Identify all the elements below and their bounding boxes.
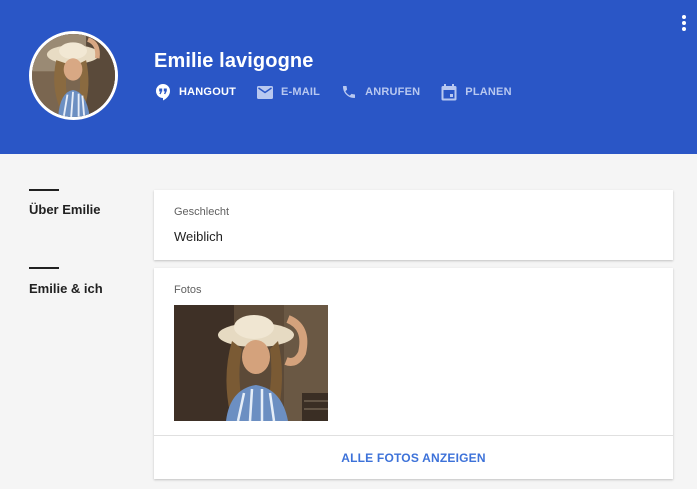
- hangout-label: HANGOUT: [179, 86, 237, 98]
- photos-card: Fotos ALLE FOTOS ANZEIGEN: [154, 268, 673, 479]
- section-divider: [29, 267, 59, 269]
- show-all-photos-link[interactable]: ALLE FOTOS ANZEIGEN: [154, 436, 673, 479]
- photos-field-label: Fotos: [174, 284, 202, 296]
- more-dot: [682, 27, 686, 31]
- gender-field-label: Geschlecht: [174, 206, 230, 218]
- email-icon: [256, 83, 274, 101]
- profile-name: Emilie lavigogne: [154, 50, 314, 72]
- more-dot: [682, 21, 686, 25]
- call-label: ANRUFEN: [365, 86, 421, 98]
- hangout-icon: [154, 83, 172, 101]
- gender-field-value: Weiblich: [174, 229, 223, 244]
- gender-card: Geschlecht Weiblich: [154, 190, 673, 260]
- calendar-icon: [440, 83, 458, 101]
- hangout-button[interactable]: HANGOUT: [154, 83, 236, 101]
- phone-icon: [340, 83, 358, 101]
- section-divider: [29, 189, 59, 191]
- profile-header: Emilie lavigogne HANGOUT E-MAIL ANRUFEN …: [0, 0, 697, 154]
- photo-image: [174, 305, 328, 421]
- section-about-label: Über Emilie: [29, 202, 101, 217]
- avatar[interactable]: [29, 31, 118, 120]
- photo-thumbnail[interactable]: [174, 305, 328, 421]
- call-button[interactable]: ANRUFEN: [340, 83, 420, 101]
- more-dot: [682, 15, 686, 19]
- schedule-button[interactable]: PLANEN: [440, 83, 512, 101]
- email-button[interactable]: E-MAIL: [256, 83, 320, 101]
- avatar-image: [32, 34, 115, 117]
- email-label: E-MAIL: [281, 86, 321, 98]
- more-options-icon[interactable]: [676, 12, 692, 34]
- section-relation-label: Emilie & ich: [29, 281, 103, 296]
- contact-actions: HANGOUT E-MAIL ANRUFEN PLANEN: [154, 83, 532, 101]
- schedule-label: PLANEN: [465, 86, 512, 98]
